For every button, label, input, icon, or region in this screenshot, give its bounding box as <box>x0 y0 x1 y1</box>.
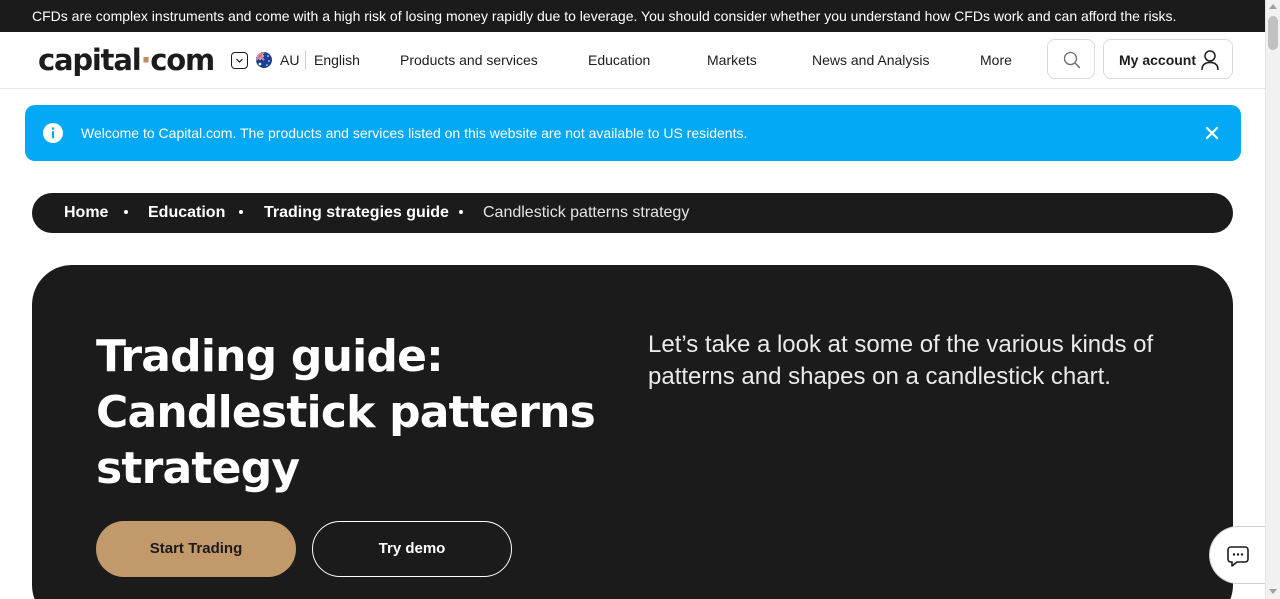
scroll-up-arrow-icon[interactable] <box>1269 4 1277 9</box>
chevron-down-icon <box>236 58 243 63</box>
nav-education[interactable]: Education <box>588 51 650 69</box>
search-icon <box>1063 51 1081 69</box>
hero-lead-text: Let’s take a look at some of the various… <box>648 331 1154 390</box>
language-selector[interactable]: English <box>314 51 360 69</box>
search-button[interactable] <box>1047 39 1095 79</box>
nav-more[interactable]: More <box>980 51 1012 69</box>
risk-warning-banner: CFDs are complex instruments and come wi… <box>0 0 1265 32</box>
divider <box>305 51 306 69</box>
risk-warning-text: CFDs are complex instruments and come wi… <box>32 8 1177 24</box>
site-header: capital·com AU English Products and serv… <box>0 32 1265 89</box>
my-account-button[interactable]: My account <box>1103 39 1233 79</box>
australia-flag-icon <box>256 52 272 68</box>
logo-text-left: capital <box>38 43 142 77</box>
scrollbar-thumb[interactable] <box>1268 16 1278 50</box>
region-dropdown-toggle[interactable] <box>231 52 248 69</box>
nav-products-and-services[interactable]: Products and services <box>400 51 538 69</box>
breadcrumb-trading-strategies-guide[interactable]: Trading strategies guide <box>264 203 449 223</box>
page-title-line: Candlestick patterns <box>96 387 596 438</box>
hero-section: Trading guide: Candlestick patterns stra… <box>32 265 1233 599</box>
breadcrumb-current-page: Candlestick patterns strategy <box>483 204 690 221</box>
breadcrumb-separator <box>459 210 463 214</box>
chat-icon <box>1227 546 1249 567</box>
start-trading-button[interactable]: Start Trading <box>96 521 296 577</box>
notice-text: Welcome to Capital.com. The products and… <box>81 125 748 141</box>
page-title-line: Trading guide: <box>96 331 444 382</box>
page-title-line: strategy <box>96 443 300 494</box>
breadcrumb-separator <box>124 210 128 214</box>
nav-markets[interactable]: Markets <box>707 51 757 69</box>
country-code[interactable]: AU <box>280 51 299 69</box>
info-icon <box>43 123 63 143</box>
us-residents-notice: Welcome to Capital.com. The products and… <box>25 105 1241 161</box>
logo-text-right: com <box>150 43 215 77</box>
page-title: Trading guide: Candlestick patterns stra… <box>96 329 616 497</box>
logo[interactable]: capital·com <box>38 42 215 78</box>
breadcrumb-home[interactable]: Home <box>64 203 108 223</box>
logo-dot: · <box>140 43 151 77</box>
close-icon[interactable] <box>1204 125 1220 141</box>
chat-widget-button[interactable] <box>1209 526 1269 584</box>
breadcrumb-education[interactable]: Education <box>148 203 225 223</box>
my-account-label: My account <box>1119 52 1197 68</box>
nav-news-and-analysis[interactable]: News and Analysis <box>812 51 930 69</box>
user-icon <box>1201 50 1219 71</box>
breadcrumb-separator <box>239 210 243 214</box>
page-scrollbar[interactable] <box>1265 0 1280 599</box>
scroll-down-arrow-icon[interactable] <box>1269 589 1277 594</box>
breadcrumb: Home Education Trading strategies guide … <box>32 193 1233 233</box>
try-demo-button[interactable]: Try demo <box>312 521 512 577</box>
